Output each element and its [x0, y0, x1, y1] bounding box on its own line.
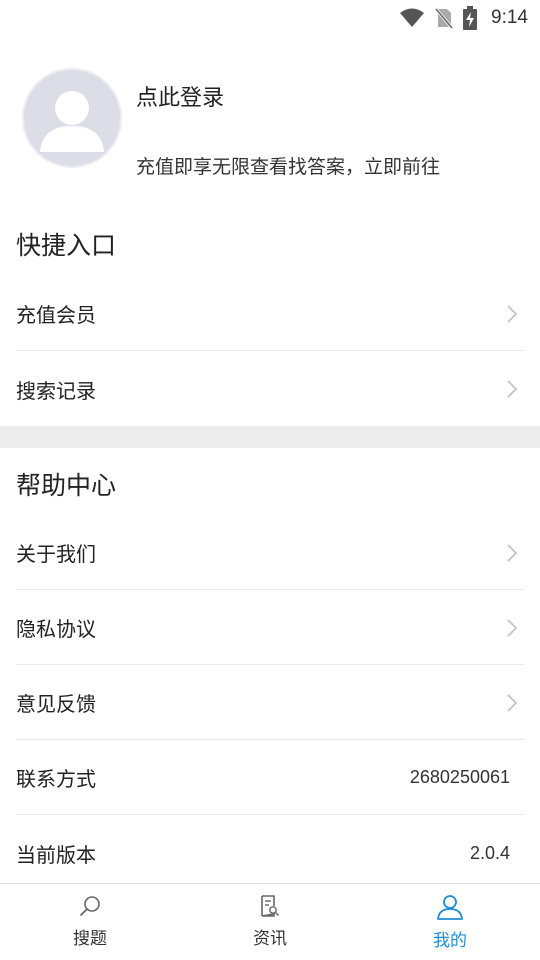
profile-header: 点此登录 充值即享无限查看找答案，立即前往 — [22, 68, 518, 178]
row-label: 意见反馈 — [16, 692, 96, 716]
tab-mine[interactable]: 我的 — [360, 884, 540, 960]
row-search-history[interactable]: 搜索记录 — [16, 352, 524, 426]
chevron-right-icon — [506, 304, 518, 324]
chevron-right-icon — [506, 693, 518, 713]
row-version[interactable]: 当前版本 2.0.4 — [16, 816, 524, 890]
tab-label: 资讯 — [253, 929, 287, 949]
tab-news[interactable]: 资讯 — [180, 884, 360, 960]
row-label: 联系方式 — [16, 767, 96, 791]
row-contact[interactable]: 联系方式 2680250061 — [16, 741, 524, 815]
status-time: 9:14 — [491, 7, 528, 28]
tab-label: 搜题 — [73, 929, 107, 949]
row-feedback[interactable]: 意见反馈 — [16, 666, 524, 740]
chevron-right-icon — [506, 543, 518, 563]
status-bar: 9:14 — [0, 0, 540, 36]
row-privacy-policy[interactable]: 隐私协议 — [16, 591, 524, 665]
row-about-us[interactable]: 关于我们 — [16, 516, 524, 590]
battery-charging-icon — [463, 6, 478, 30]
tab-search[interactable]: 搜题 — [0, 884, 180, 960]
contact-value: 2680250061 — [409, 767, 510, 787]
row-label: 充值会员 — [16, 303, 96, 327]
bottom-tab-bar: 搜题 资讯 我的 — [0, 883, 540, 960]
section-title-help-center: 帮助中心 — [16, 471, 117, 500]
tab-label: 我的 — [433, 931, 467, 951]
wifi-icon — [399, 8, 425, 28]
row-label: 隐私协议 — [16, 617, 96, 641]
chevron-right-icon — [506, 379, 518, 399]
default-avatar-icon[interactable] — [22, 68, 122, 168]
row-label: 搜索记录 — [16, 378, 96, 403]
row-label: 关于我们 — [16, 542, 96, 566]
row-recharge-member[interactable]: 充值会员 — [16, 277, 524, 351]
section-separator — [0, 426, 540, 448]
profile-icon — [436, 894, 464, 924]
row-label: 当前版本 — [16, 842, 96, 867]
section-title-quick-entry: 快捷入口 — [16, 231, 117, 260]
search-icon — [78, 894, 102, 922]
version-value: 2.0.4 — [469, 842, 510, 863]
news-icon — [258, 894, 282, 922]
recharge-promo-text[interactable]: 充值即享无限查看找答案，立即前往 — [136, 152, 440, 179]
no-sim-icon — [435, 7, 454, 29]
chevron-right-icon — [506, 618, 518, 638]
login-link[interactable]: 点此登录 — [136, 80, 224, 112]
